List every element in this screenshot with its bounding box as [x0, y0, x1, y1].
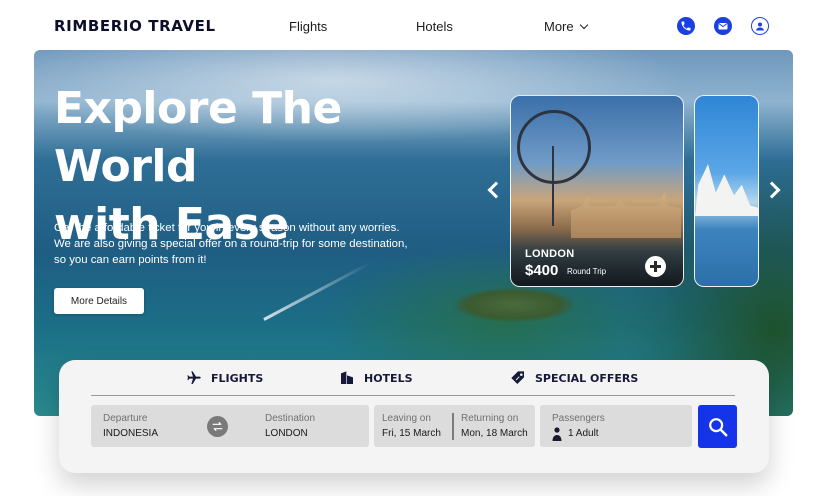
leaving-value[interactable]: Fri, 15 March	[382, 428, 441, 439]
tab-flights[interactable]: FLIGHTS	[186, 370, 263, 386]
date-divider	[452, 413, 454, 440]
hero-subtitle-line-1: Get the affordable ticket for you in eve…	[54, 222, 400, 234]
tab-hotels[interactable]: HOTELS	[339, 370, 413, 386]
more-details-button[interactable]: More Details	[54, 288, 144, 314]
add-destination-icon[interactable]	[645, 256, 666, 277]
hero-subtitle-line-2: We are also giving a special offer on a …	[54, 238, 408, 250]
hotel-icon	[341, 371, 353, 384]
destination-card-london[interactable]: LONDON $400 Round Trip	[510, 95, 684, 287]
destination-price: $400	[525, 262, 559, 279]
carousel-next-arrow-icon[interactable]	[763, 178, 784, 202]
user-icon[interactable]	[751, 17, 769, 35]
destination-city: LONDON	[525, 248, 575, 260]
passengers-label: Passengers	[552, 413, 605, 424]
top-nav: RIMBERIO TRAVEL Flights Hotels More	[0, 0, 828, 50]
london-eye-illustration	[517, 110, 591, 184]
brand-logo[interactable]: RIMBERIO TRAVEL	[54, 17, 216, 35]
tab-special-offers[interactable]: SPECIAL OFFERS	[510, 370, 638, 386]
search-button[interactable]	[698, 405, 737, 448]
chevron-down-icon	[579, 20, 588, 29]
opera-house-illustration	[695, 164, 758, 216]
destination-card-sydney[interactable]	[694, 95, 759, 287]
dates-field[interactable]: Leaving on Fri, 15 March Returning on Mo…	[374, 405, 535, 447]
nav-more-label: More	[544, 19, 574, 34]
nav-flights[interactable]: Flights	[289, 19, 327, 34]
city-skyline-illustration	[571, 192, 681, 238]
search-tabs: FLIGHTS HOTELS SPECIAL OFFERS	[91, 360, 735, 396]
hero-title-line-1: Explore The World	[54, 83, 342, 192]
carousel-prev-arrow-icon[interactable]	[484, 178, 505, 202]
destination-label: Destination	[265, 413, 316, 424]
departure-value[interactable]: INDONESIA	[103, 428, 158, 439]
nav-hotels[interactable]: Hotels	[416, 19, 453, 34]
passengers-value[interactable]: 1 Adult	[568, 428, 599, 439]
search-panel: FLIGHTS HOTELS SPECIAL OFFERS Departure …	[59, 360, 769, 473]
route-field[interactable]: Departure INDONESIA Destination LONDON	[91, 405, 369, 447]
airplane-icon	[187, 371, 201, 384]
island-decoration	[454, 288, 574, 322]
page: RIMBERIO TRAVEL Flights Hotels More Expl…	[0, 0, 828, 496]
destination-trip-type: Round Trip	[567, 267, 607, 276]
tab-flights-label: FLIGHTS	[211, 371, 264, 385]
search-icon	[708, 417, 727, 436]
hero-subtitle: Get the affordable ticket for you in eve…	[54, 220, 434, 268]
tab-special-offers-label: SPECIAL OFFERS	[535, 371, 639, 385]
boat-wake-decoration	[263, 261, 371, 321]
phone-icon[interactable]	[677, 17, 695, 35]
tag-icon	[511, 371, 524, 384]
leaving-label: Leaving on	[382, 413, 431, 424]
departure-label: Departure	[103, 413, 148, 424]
passengers-field[interactable]: Passengers 1 Adult	[540, 405, 692, 447]
london-eye-support	[552, 146, 554, 226]
returning-label: Returning on	[461, 413, 519, 424]
hero-subtitle-line-3: so you can earn points from it!	[54, 254, 207, 266]
swap-route-icon[interactable]	[207, 416, 228, 437]
nav-more[interactable]: More	[544, 19, 588, 34]
tab-hotels-label: HOTELS	[364, 371, 413, 385]
mail-icon[interactable]	[714, 17, 732, 35]
destination-value[interactable]: LONDON	[265, 428, 308, 439]
returning-value[interactable]: Mon, 18 March	[461, 428, 528, 439]
person-icon	[552, 427, 562, 441]
